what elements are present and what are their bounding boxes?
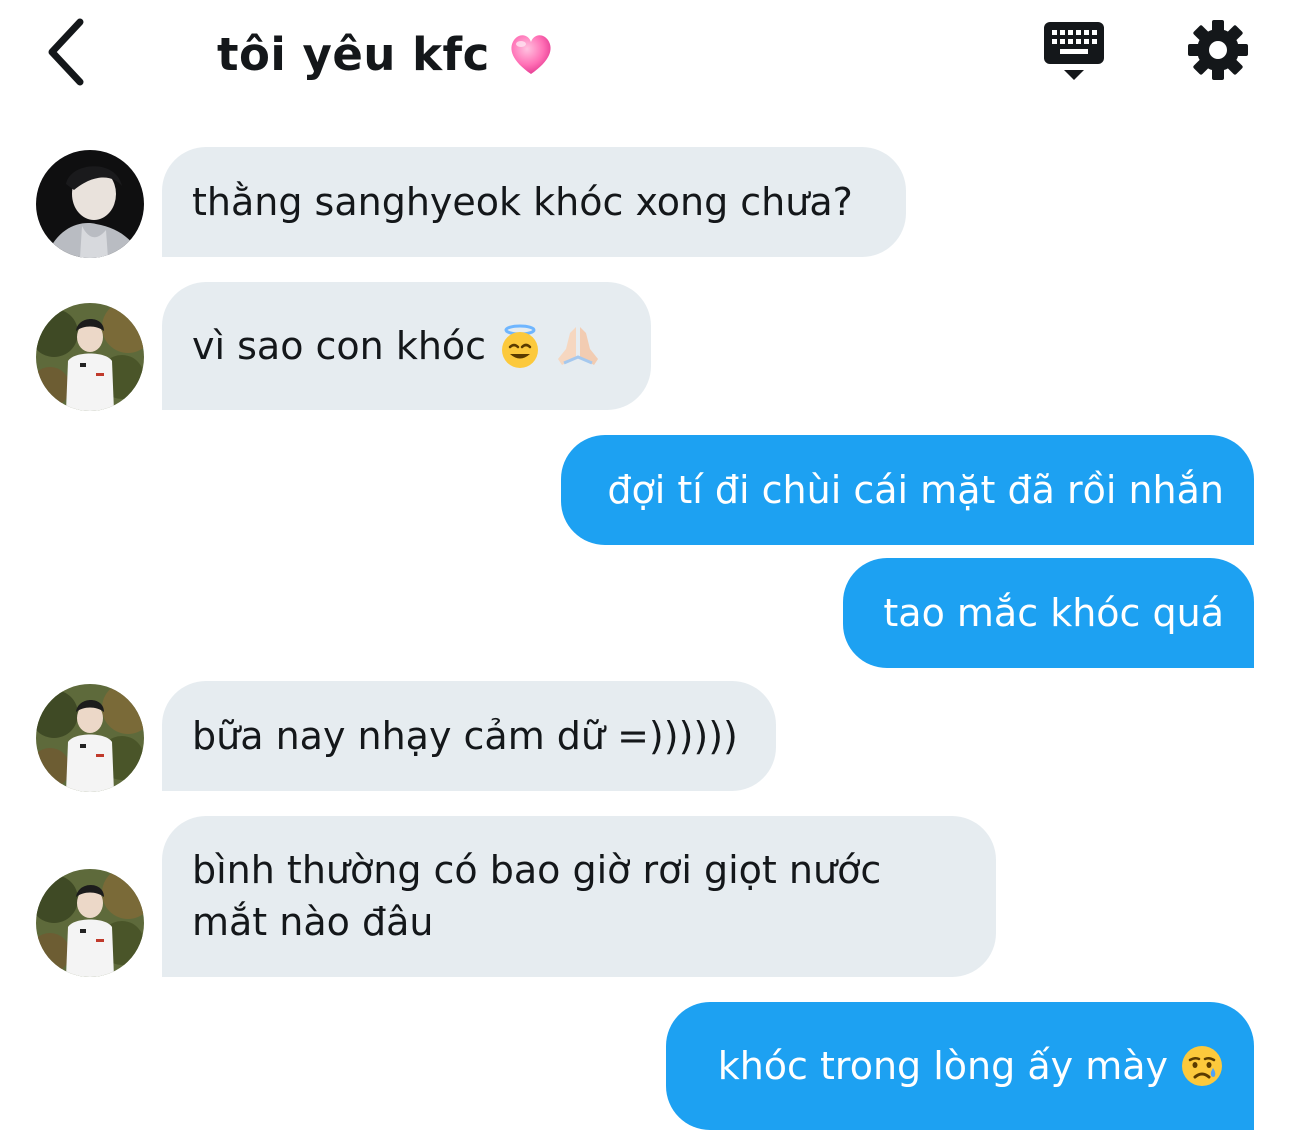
message-text: đợi tí đi chùi cái mặt đã rồi nhắn: [607, 468, 1224, 512]
message-text: bình thường có bao giờ rơi giọt nước mắt…: [192, 848, 882, 944]
back-button[interactable]: [38, 14, 98, 90]
message-text: vì sao con khóc: [192, 324, 487, 368]
conversation-header: tôi yêu kfc: [0, 0, 1290, 110]
message-text: khóc trong lòng ấy mày: [717, 1044, 1168, 1088]
message-outgoing[interactable]: tao mắc khóc quá: [843, 558, 1254, 668]
message-outgoing[interactable]: đợi tí đi chùi cái mặt đã rồi nhắn: [561, 435, 1254, 545]
avatar-white-jacket-image: [36, 303, 144, 411]
message-text: bữa nay nhạy cảm dữ =)))))): [192, 714, 738, 758]
gear-icon: [1188, 20, 1248, 80]
avatar-dark-portrait[interactable]: [36, 150, 144, 258]
conversation-title-text: tôi yêu kfc: [217, 27, 490, 81]
message-incoming[interactable]: thằng sanghyeok khóc xong chưa?: [162, 147, 906, 257]
message-text: tao mắc khóc quá: [883, 591, 1224, 635]
avatar-white-jacket-image: [36, 869, 144, 977]
folded-hands-icon: [558, 327, 599, 365]
chevron-left-icon: [48, 18, 84, 86]
settings-button[interactable]: [1186, 18, 1250, 82]
message-text: thằng sanghyeok khóc xong chưa?: [192, 180, 853, 224]
message-incoming[interactable]: vì sao con khóc: [162, 282, 651, 410]
pink-heart-icon: [511, 35, 551, 74]
keyboard-button[interactable]: [1040, 18, 1108, 84]
message-incoming[interactable]: bình thường có bao giờ rơi giọt nước mắt…: [162, 816, 996, 977]
avatar-dark-portrait-image: [36, 150, 144, 258]
avatar-white-jacket[interactable]: [36, 869, 144, 977]
keyboard-icon: [1044, 22, 1104, 80]
smiling-face-with-halo-icon: [502, 324, 539, 368]
message-outgoing[interactable]: khóc trong lòng ấy mày: [666, 1002, 1254, 1130]
conversation-title[interactable]: tôi yêu kfc: [217, 24, 556, 84]
crying-face-icon: [1182, 1046, 1222, 1086]
avatar-white-jacket[interactable]: [36, 684, 144, 792]
avatar-white-jacket[interactable]: [36, 303, 144, 411]
avatar-white-jacket-image: [36, 684, 144, 792]
message-incoming[interactable]: bữa nay nhạy cảm dữ =)))))): [162, 681, 776, 791]
